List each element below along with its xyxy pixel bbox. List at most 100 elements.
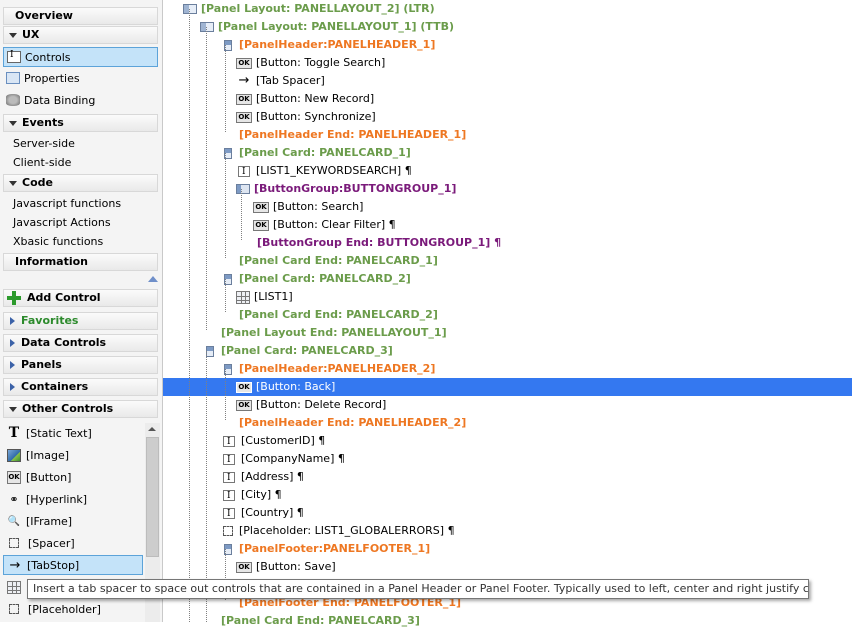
tree-row-panel-card-panelcard-3[interactable]: [Panel Card: PANELCARD_3] [163, 342, 852, 360]
tree-row-button-clear-filter[interactable]: OK [Button: Clear Filter] ¶ [163, 216, 852, 234]
tree-row-panel-card-end-panelcard-2[interactable]: [Panel Card End: PANELCARD_2] [163, 306, 852, 324]
tree-row-list1[interactable]: [LIST1] [163, 288, 852, 306]
tree-row-panel-card-panelcard-1[interactable]: [Panel Card: PANELCARD_1] [163, 144, 852, 162]
tree-row-button-new-record[interactable]: OK [Button: New Record] [163, 90, 852, 108]
section-events[interactable]: Events [3, 114, 158, 132]
layout-tree: [Panel Layout: PANELLAYOUT_2] (LTR) [Pane… [163, 0, 852, 627]
group-other-controls[interactable]: Other Controls [3, 400, 158, 418]
collapse-arrow-icon[interactable] [148, 276, 158, 282]
control-placeholder[interactable]: [Placeholder] [3, 599, 143, 619]
tree-row-label: [Panel Layout: PANELLAYOUT_1] (TTB) [218, 20, 455, 33]
nav-item-javascript-actions[interactable]: Javascript Actions [13, 215, 111, 231]
tree-row-panelheader-panelheader-1[interactable]: [PanelHeader:PANELHEADER_1] [163, 36, 852, 54]
chevron-right-icon [10, 317, 15, 325]
tree-row-tab-spacer[interactable]: → [Tab Spacer] [163, 72, 852, 90]
button-icon: OK [236, 111, 252, 123]
tree-row-button-save[interactable]: OK [Button: Save] [163, 558, 852, 576]
tree-row-label: [PanelHeader End: PANELHEADER_2] [239, 416, 467, 429]
nav-item-properties-label: Properties [24, 71, 80, 85]
nav-item-xbasic-functions[interactable]: Xbasic functions [13, 234, 103, 250]
control-tabstop-label: [TabStop] [27, 558, 80, 572]
button-icon: OK [253, 219, 269, 231]
spacer-icon [9, 538, 19, 548]
add-control-header[interactable]: Add Control [3, 289, 158, 307]
tree-row-label: [Button: Save] [256, 560, 336, 573]
tree-guide-line [241, 189, 242, 240]
tree-row-panel-layout-panellayout-2-ltr[interactable]: [Panel Layout: PANELLAYOUT_2] (LTR) [163, 0, 852, 18]
tree-row-button-toggle-search[interactable]: OK [Button: Toggle Search] [163, 54, 852, 72]
tree-row-list1-keywordsearch[interactable]: [LIST1_KEYWORDSEARCH] ¶ [163, 162, 852, 181]
control-static-text[interactable]: T [Static Text] [3, 423, 143, 443]
nav-item-javascript-functions[interactable]: Javascript functions [13, 196, 121, 212]
tree-guide-line [206, 27, 207, 330]
section-code[interactable]: Code [3, 174, 158, 192]
tree-guide-line [225, 279, 226, 312]
tree-row-panelheader-end-panelheader-2[interactable]: [PanelHeader End: PANELHEADER_2] [163, 414, 852, 432]
panel-layout-icon [200, 22, 214, 32]
section-overview[interactable]: Overview [3, 7, 158, 25]
tab-spacer-icon: → [238, 73, 250, 88]
hyperlink-icon: ⚭ [9, 492, 19, 506]
nav-item-data-binding[interactable]: Data Binding [3, 91, 95, 109]
group-other-controls-label: Other Controls [22, 402, 114, 415]
section-ux[interactable]: UX [3, 26, 158, 44]
group-containers-label: Containers [21, 380, 89, 393]
group-favorites[interactable]: Favorites [3, 312, 158, 330]
section-overview-label: Overview [15, 9, 73, 22]
field-control-icon [223, 433, 235, 451]
nav-item-server-side[interactable]: Server-side [13, 136, 75, 152]
tree-row-panel-card-panelcard-2[interactable]: [Panel Card: PANELCARD_2] [163, 270, 852, 288]
placeholder-icon [9, 604, 19, 614]
tree-row-button-delete-record[interactable]: OK [Button: Delete Record] [163, 396, 852, 414]
nav-item-properties[interactable]: Properties [3, 69, 80, 87]
control-tabstop[interactable]: → [TabStop] [3, 555, 143, 575]
scroll-up-icon[interactable] [148, 427, 156, 431]
tree-guide-line [225, 369, 226, 420]
tree-row-button-synchronize[interactable]: OK [Button: Synchronize] [163, 108, 852, 126]
tree-row-companyname[interactable]: [CompanyName] ¶ [163, 450, 852, 469]
control-button[interactable]: OK [Button] [3, 467, 143, 487]
tree-row-address[interactable]: [Address] ¶ [163, 468, 852, 487]
tree-row-panelheader-panelheader-2[interactable]: [PanelHeader:PANELHEADER_2] [163, 360, 852, 378]
tree-row-placeholder-list1-globalerrors[interactable]: [Placeholder: LIST1_GLOBALERRORS] ¶ [163, 522, 852, 540]
tree-row-city[interactable]: [City] ¶ [163, 486, 852, 505]
group-data-controls[interactable]: Data Controls [3, 334, 158, 352]
scroll-thumb[interactable] [146, 437, 159, 557]
nav-item-controls-label: Controls [25, 50, 71, 64]
tree-row-label: [PanelHeader:PANELHEADER_2] [239, 362, 436, 375]
nav-item-controls[interactable]: Controls [3, 47, 158, 67]
tooltip: Insert a tab spacer to space out control… [27, 579, 809, 599]
tree-row-label: [Country] ¶ [241, 506, 304, 519]
tree-row-panelheader-end-panelheader-1[interactable]: [PanelHeader End: PANELHEADER_1] [163, 126, 852, 144]
tree-row-buttongroup-end-buttongroup-1[interactable]: [ButtonGroup End: BUTTONGROUP_1] ¶ [163, 234, 852, 252]
tree-row-country[interactable]: [Country] ¶ [163, 504, 852, 523]
tree-row-buttongroup-buttongroup-1[interactable]: [ButtonGroup:BUTTONGROUP_1] [163, 180, 852, 198]
tree-row-button-search[interactable]: OK [Button: Search] [163, 198, 852, 216]
group-containers[interactable]: Containers [3, 378, 158, 396]
tree-row-panel-layout-panellayout-1-ttb[interactable]: [Panel Layout: PANELLAYOUT_1] (TTB) [163, 18, 852, 36]
tree-row-label: [ButtonGroup:BUTTONGROUP_1] [254, 182, 457, 195]
tree-row-panel-card-end-panelcard-3[interactable]: [Panel Card End: PANELCARD_3] [163, 612, 852, 630]
data-binding-icon [6, 94, 20, 106]
control-image[interactable]: [Image] [3, 445, 143, 465]
plus-icon [7, 291, 21, 305]
group-data-controls-label: Data Controls [21, 336, 107, 349]
field-control-icon [223, 469, 235, 487]
control-iframe[interactable]: 🔍 [IFrame] [3, 511, 143, 531]
nav-item-client-side[interactable]: Client-side [13, 155, 71, 171]
control-button-label: [Button] [26, 470, 72, 484]
tree-row-button-back[interactable]: OK [Button: Back] [163, 378, 852, 396]
tree-row-panel-layout-end-panellayout-1[interactable]: [Panel Layout End: PANELLAYOUT_1] [163, 324, 852, 342]
control-placeholder-label: [Placeholder] [28, 602, 101, 616]
section-information[interactable]: Information [3, 253, 158, 271]
group-panels[interactable]: Panels [3, 356, 158, 374]
tree-row-panel-card-end-panelcard-1[interactable]: [Panel Card End: PANELCARD_1] [163, 252, 852, 270]
control-hyperlink[interactable]: ⚭ [Hyperlink] [3, 489, 143, 509]
tree-row-panelfooter-panelfooter-1[interactable]: [PanelFooter:PANELFOOTER_1] [163, 540, 852, 558]
tree-row-label: [Button: Toggle Search] [256, 56, 386, 69]
chevron-down-icon [9, 32, 17, 38]
tree-row-label: [PanelHeader End: PANELHEADER_1] [239, 128, 467, 141]
button-icon: OK [7, 470, 21, 484]
tree-row-customerid[interactable]: [CustomerID] ¶ [163, 432, 852, 451]
control-spacer[interactable]: [Spacer] [3, 533, 143, 553]
